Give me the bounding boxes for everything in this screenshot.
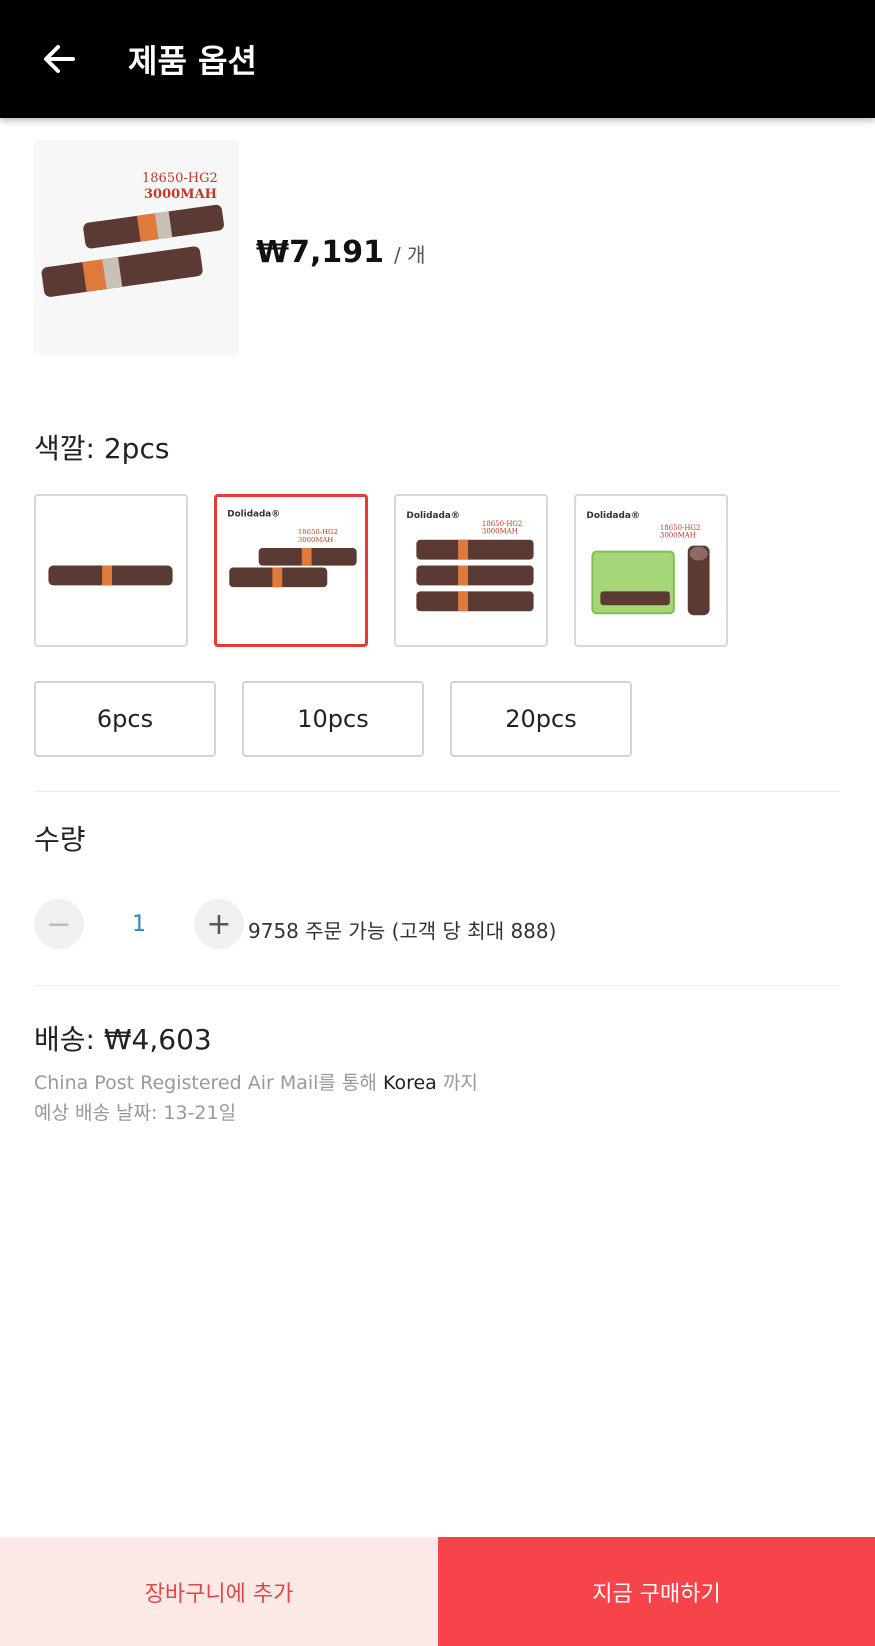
shipping-destination[interactable]: Korea [383,1072,437,1094]
shipping-method-suffix: 까지 [436,1072,478,1094]
quantity-value: 1 [132,911,146,937]
product-image: 18650-HG2 3000MAH [34,140,239,355]
price-block: ₩7,191 / 개 [256,235,425,270]
shipping-eta: 예상 배송 날짜: 13-21일 [34,1102,237,1124]
product-price: ₩7,191 [256,235,384,270]
stock-availability: 9758 주문 가능 (고객 당 최대 888) [248,919,557,943]
swatch-box[interactable]: Dolidada® 18650-HG2 3000MAH [574,494,728,647]
increment-button[interactable]: + [194,899,244,949]
option-20pcs[interactable]: 20pcs [450,681,632,757]
swatch-2pcs-selected[interactable]: Dolidada® 18650-HG2 3000MAH [214,494,368,647]
divider [34,985,840,986]
svg-text:3000MAH: 3000MAH [660,532,696,540]
svg-text:3000MAH: 3000MAH [144,187,217,202]
svg-text:Dolidada®: Dolidada® [406,511,459,521]
arrow-left-icon [44,45,75,73]
pack-size-options: 6pcs 10pcs 20pcs [34,681,632,757]
svg-text:18650-HG2: 18650-HG2 [298,528,338,536]
color-label: 색깔: 2pcs [34,432,170,465]
svg-text:18650-HG2: 18650-HG2 [660,524,700,532]
svg-text:3000MAH: 3000MAH [298,536,333,544]
decrement-button[interactable]: − [34,899,84,949]
page-title: 제품 옵션 [128,42,257,80]
divider [34,791,840,792]
quantity-label: 수량 [34,823,86,856]
add-to-cart-button[interactable]: 장바구니에 추가 [0,1537,438,1646]
swatch-3pcs[interactable]: Dolidada® 18650-HG2 3000MAH [394,494,548,647]
shipping-cost: 배송: ₩4,603 [34,1023,212,1056]
option-6pcs[interactable]: 6pcs [34,681,216,757]
bottom-action-bar: 장바구니에 추가 지금 구매하기 [0,1537,875,1646]
svg-text:18650-HG2: 18650-HG2 [142,171,218,186]
option-10pcs[interactable]: 10pcs [242,681,424,757]
product-summary: 18650-HG2 3000MAH ₩7,191 / 개 [34,140,840,360]
svg-text:18650-HG2: 18650-HG2 [482,520,522,528]
back-button[interactable] [0,0,118,118]
shipping-method: China Post Registered Air Mail를 통해 Korea… [34,1068,478,1095]
shipping-method-prefix: China Post Registered Air Mail를 통해 [34,1072,383,1094]
svg-text:Dolidada®: Dolidada® [227,510,280,520]
price-unit: / 개 [393,243,426,267]
swatch-1pcs[interactable] [34,494,188,647]
top-app-bar: 제품 옵션 [0,0,875,118]
svg-text:3000MAH: 3000MAH [482,528,518,536]
quantity-stepper: − 1 + [34,899,244,949]
color-swatches: Dolidada® 18650-HG2 3000MAH Dolidada® 18… [34,494,728,647]
svg-text:Dolidada®: Dolidada® [586,511,639,521]
buy-now-button[interactable]: 지금 구매하기 [438,1537,875,1646]
